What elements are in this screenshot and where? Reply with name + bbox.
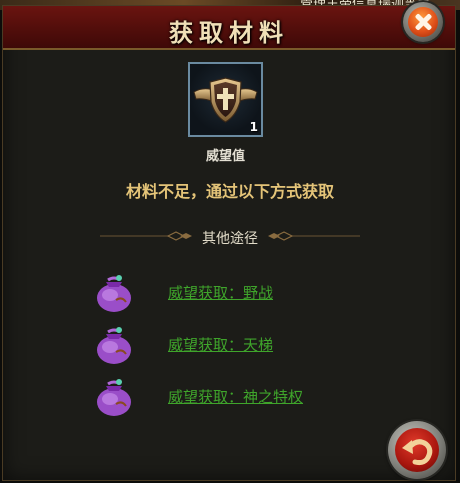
item-slot[interactable]: 1 [188,62,263,137]
item-count: 1 [249,120,258,134]
route-link-divine-privilege[interactable]: 威望获取：神之特权 [168,386,303,407]
back-button[interactable] [388,421,446,479]
route-item-field-battle: 威望获取：野战 [92,270,392,314]
close-button[interactable] [403,2,443,42]
return-arrow-icon [402,439,433,466]
purple-bag-icon [97,327,131,364]
purple-bag-icon [97,379,131,416]
item-name: 威望值 [205,149,245,164]
route-item-ladder: 威望获取：天梯 [92,322,392,366]
section-label: 其他途径 [202,231,258,247]
dialog-header: 获取材料 [3,6,455,50]
purple-bag-icon [97,275,131,312]
route-link-ladder[interactable]: 威望获取：天梯 [168,334,273,355]
dialog-title: 获取材料 [169,18,289,47]
close-icon [408,7,438,37]
route-link-field-battle[interactable]: 威望获取：野战 [168,282,273,303]
insufficient-materials-notice: 材料不足，通过以下方式获取 [125,182,334,201]
route-item-divine-privilege: 威望获取：神之特权 [92,374,392,418]
